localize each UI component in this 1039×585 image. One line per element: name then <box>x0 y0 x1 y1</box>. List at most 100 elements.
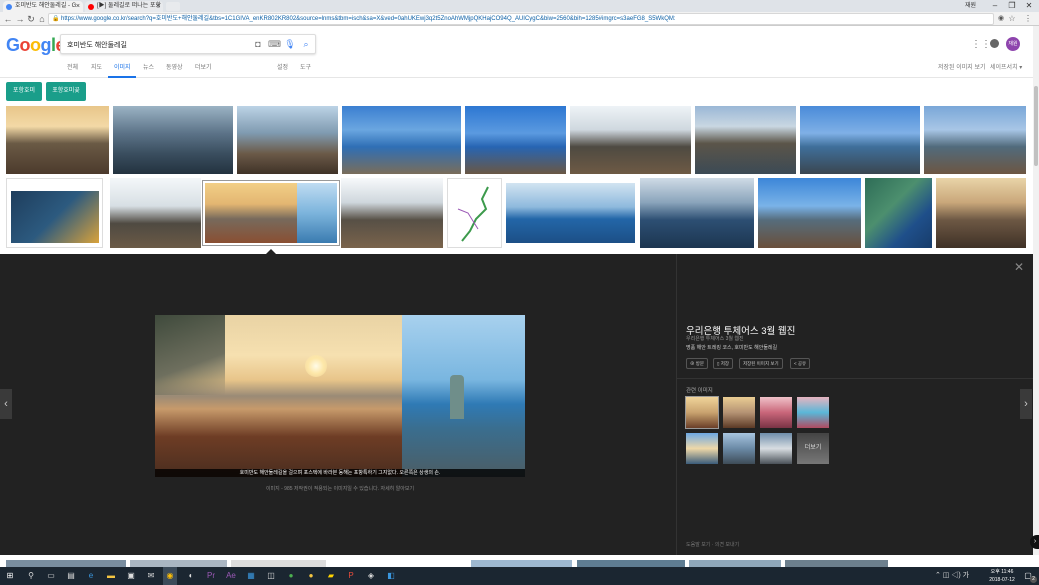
search-icon[interactable]: ⌕ <box>300 38 312 51</box>
image-result[interactable] <box>237 106 338 174</box>
previous-image-button[interactable]: ‹ <box>0 389 12 419</box>
app-icon[interactable]: ▰ <box>325 570 337 582</box>
edge-browser-icon[interactable]: e <box>85 570 97 582</box>
close-tab-icon[interactable]: × <box>76 1 80 12</box>
scroll-top-button[interactable]: › <box>1030 535 1039 549</box>
image-result[interactable] <box>506 183 635 243</box>
more-related-button[interactable]: 더보기 <box>796 432 830 465</box>
share-button[interactable]: < 공유 <box>790 358 811 369</box>
image-result[interactable] <box>865 178 932 248</box>
profile-name[interactable]: 재원 <box>965 0 976 12</box>
next-image-button[interactable]: › <box>1020 389 1032 419</box>
tab-all[interactable]: 전체 <box>67 63 78 73</box>
app-icon[interactable]: P <box>345 570 357 582</box>
after-effects-icon[interactable]: Ae <box>225 570 237 582</box>
store-icon[interactable]: ▣ <box>125 570 137 582</box>
keyboard-icon[interactable]: ⌨ <box>268 38 281 51</box>
address-bar[interactable]: 🔒 https://www.google.co.kr/search?q=호미반도… <box>48 13 994 25</box>
task-view-icon[interactable]: ▭ <box>45 570 57 582</box>
image-result[interactable] <box>758 178 861 248</box>
back-arrow-icon[interactable]: ← <box>2 13 14 25</box>
view-saved-button[interactable]: 저장된 이미지 보기 <box>739 358 783 369</box>
image-result[interactable] <box>113 106 233 174</box>
system-tray-icons[interactable]: ⌃ ◫ ◁) 가 <box>935 570 969 580</box>
image-result[interactable] <box>471 560 572 567</box>
image-result[interactable] <box>6 178 103 248</box>
close-window-button[interactable]: ✕ <box>1019 0 1039 12</box>
search-icon[interactable]: ⚲ <box>25 570 37 582</box>
file-explorer-icon[interactable]: ▤ <box>65 570 77 582</box>
image-result[interactable] <box>785 560 888 567</box>
tab-news[interactable]: 뉴스 <box>143 63 154 73</box>
kakaotalk-icon[interactable]: ● <box>305 570 317 582</box>
camera-search-icon[interactable]: ◘ <box>252 38 264 51</box>
image-result[interactable] <box>924 106 1026 174</box>
chip-pohang-homi[interactable]: 포항호미 <box>6 82 42 101</box>
related-image[interactable] <box>722 396 756 429</box>
google-logo[interactable]: Google <box>6 35 66 56</box>
image-result[interactable] <box>6 560 126 567</box>
windows-start-icon[interactable]: ⊞ <box>4 570 16 582</box>
scrollbar-thumb[interactable] <box>1034 86 1038 166</box>
saved-images-link[interactable]: 저장된 이미지 보기 <box>938 63 986 73</box>
tab-maps[interactable]: 지도 <box>91 63 102 73</box>
page-scrollbar[interactable] <box>1033 26 1039 567</box>
image-result[interactable] <box>465 106 566 174</box>
app-icon[interactable]: ▦ <box>245 570 257 582</box>
related-image[interactable] <box>685 432 719 465</box>
app-icon[interactable]: ◧ <box>385 570 397 582</box>
image-result-selected[interactable] <box>203 181 339 245</box>
image-result[interactable] <box>800 106 920 174</box>
image-result[interactable] <box>447 178 502 248</box>
settings-link[interactable]: 설정 <box>277 63 288 73</box>
app-icon[interactable]: ◐ <box>185 570 197 582</box>
related-image[interactable] <box>759 396 793 429</box>
mail-icon[interactable]: ✉ <box>145 570 157 582</box>
browser-tab-google[interactable]: 호미반도 해안둘레길 - G × <box>3 1 83 12</box>
image-result[interactable] <box>577 560 685 567</box>
visit-button[interactable]: ⊕ 방문 <box>686 358 709 369</box>
chip-pohang-homigot[interactable]: 포항호미곶 <box>46 82 86 101</box>
notifications-icon[interactable] <box>990 39 999 48</box>
safesearch-dropdown[interactable]: 세이프서치 ▾ <box>990 63 1022 73</box>
tab-videos[interactable]: 동영상 <box>166 63 183 73</box>
related-image[interactable] <box>796 396 830 429</box>
footer-links[interactable]: 도움말 보기 · 의견 보내기 <box>686 541 739 548</box>
image-result[interactable] <box>110 178 201 248</box>
image-result[interactable] <box>570 106 691 174</box>
menu-kebab-icon[interactable]: ⋮ <box>1022 13 1034 25</box>
image-result[interactable] <box>130 560 227 567</box>
related-image[interactable] <box>759 432 793 465</box>
tab-more[interactable]: 더보기 <box>195 63 212 73</box>
new-tab-button[interactable] <box>166 2 180 11</box>
image-result[interactable] <box>6 106 109 174</box>
save-button[interactable]: ▯ 저장 <box>713 358 734 369</box>
image-result[interactable] <box>689 560 781 567</box>
close-tab-icon[interactable]: × <box>156 1 160 12</box>
app-icon[interactable]: ● <box>285 570 297 582</box>
close-icon[interactable]: ✕ <box>1014 260 1024 274</box>
image-result[interactable] <box>695 106 796 174</box>
apps-grid-icon[interactable]: ⋮⋮ <box>971 39 991 50</box>
learn-more-link[interactable]: 자세히 알아보기 <box>380 486 414 492</box>
home-icon[interactable]: ⌂ <box>36 13 48 25</box>
image-result[interactable] <box>342 106 461 174</box>
related-image[interactable] <box>685 396 719 429</box>
main-preview-image[interactable]: 호미반도 해안둘레길을 걸으며 포스텍에 바라본 동해는 포항특하기 그지없다.… <box>155 315 525 477</box>
app-icon[interactable]: ◫ <box>265 570 277 582</box>
image-result[interactable] <box>936 178 1026 248</box>
image-result[interactable] <box>341 178 443 248</box>
microphone-icon[interactable]: 🎙 <box>284 38 296 51</box>
tools-link[interactable]: 도구 <box>300 63 311 73</box>
premiere-icon[interactable]: Pr <box>205 570 217 582</box>
app-icon[interactable]: ◈ <box>365 570 377 582</box>
avatar[interactable]: 재원 <box>1006 37 1020 51</box>
folder-icon[interactable]: ▬ <box>105 570 117 582</box>
chrome-icon[interactable]: ◉ <box>163 567 177 585</box>
browser-tab-youtube[interactable]: [▶] 둘레길로 떠나는 포항 × <box>85 1 163 12</box>
image-result[interactable] <box>231 560 326 567</box>
clock[interactable]: 오후 11:46 2018-07-12 <box>988 568 1016 584</box>
search-input[interactable] <box>67 37 247 52</box>
related-image[interactable] <box>722 432 756 465</box>
bookmark-star-icon[interactable]: ☆ <box>1006 13 1018 25</box>
